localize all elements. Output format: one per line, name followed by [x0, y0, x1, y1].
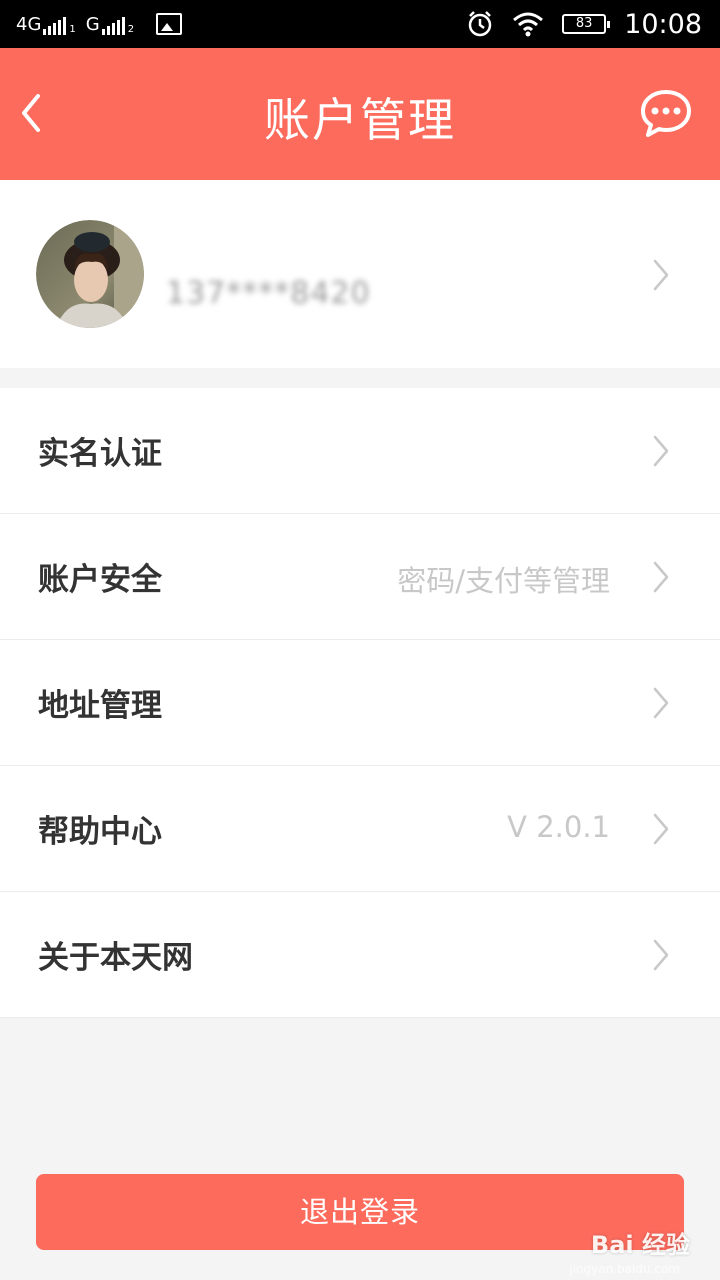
settings-list: 实名认证 账户安全 密码/支付等管理 地址管理 帮助中心 V 2.0.1 关于本… [0, 388, 720, 1018]
menu-item-label: 账户安全 [38, 562, 162, 598]
chevron-right-icon [653, 687, 669, 719]
header: 账户管理 [0, 48, 720, 180]
watermark-url: jingyan.baidu.com [569, 1262, 680, 1276]
wifi-icon [513, 12, 544, 37]
chat-bubble-icon[interactable] [640, 88, 692, 140]
menu-item-about[interactable]: 关于本天网 [0, 892, 720, 1018]
logout-button[interactable]: 退出登录 [36, 1174, 684, 1250]
signal-bars-icon [101, 16, 125, 35]
menu-item-sub: 密码/支付等管理 [397, 564, 610, 598]
menu-item-label: 关于本天网 [38, 940, 193, 976]
phone-number: 137****8420 [166, 276, 371, 311]
battery-icon: 83 [562, 14, 611, 34]
menu-item-label: 地址管理 [38, 688, 162, 724]
menu-item-help-center[interactable]: 帮助中心 V 2.0.1 [0, 766, 720, 892]
chevron-right-icon [653, 939, 669, 971]
baidu-watermark: Bai 经验 [590, 1231, 690, 1259]
chevron-right-icon [653, 435, 669, 467]
chevron-right-icon [653, 259, 669, 291]
page-title: 账户管理 [264, 93, 456, 147]
clock: 10:08 [624, 8, 702, 40]
alarm-icon [468, 11, 492, 37]
signal-bars-icon [43, 16, 67, 35]
chevron-right-icon [653, 561, 669, 593]
signal-4g: 4G 1 [16, 13, 76, 35]
menu-item-account-security[interactable]: 账户安全 密码/支付等管理 [0, 514, 720, 640]
menu-item-real-name[interactable]: 实名认证 [0, 388, 720, 514]
version-label: V 2.0.1 [507, 810, 610, 844]
avatar [36, 220, 144, 328]
image-notification-icon [156, 13, 183, 35]
profile-row[interactable]: 137****8420 [0, 180, 720, 368]
signal-g: G 2 [85, 13, 135, 35]
menu-item-address[interactable]: 地址管理 [0, 640, 720, 766]
menu-item-label: 实名认证 [38, 436, 162, 472]
chevron-right-icon [653, 813, 669, 845]
status-bar: 4G 1 G 2 83 10:08 [0, 0, 720, 48]
menu-item-label: 帮助中心 [38, 814, 162, 850]
